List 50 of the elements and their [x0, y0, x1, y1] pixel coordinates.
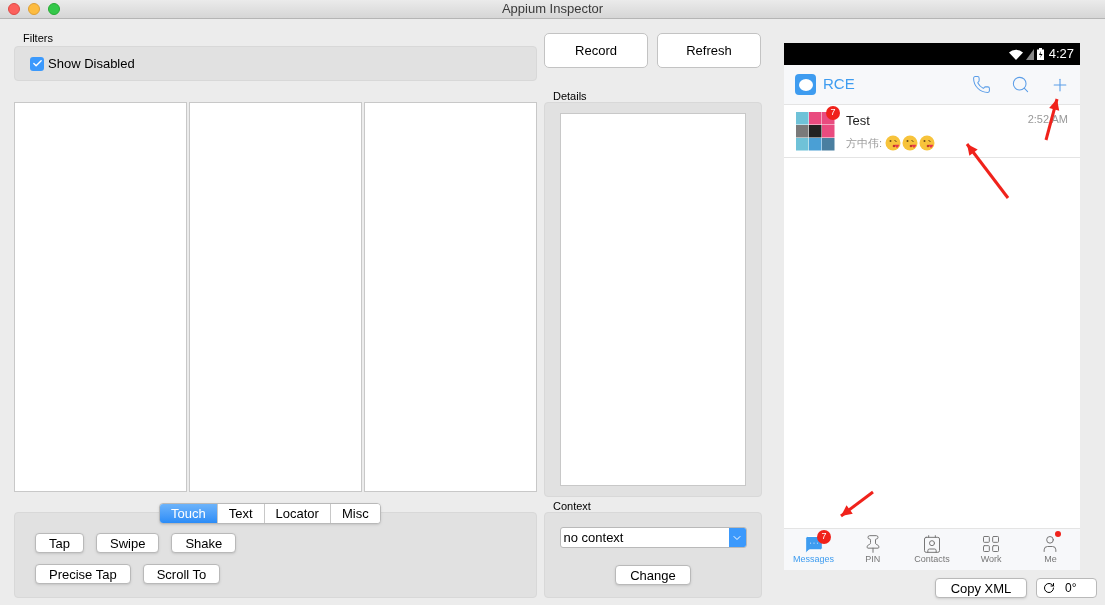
unread-badge: 7	[826, 105, 840, 120]
clock: 4:27	[1048, 45, 1074, 64]
section-label: Filters	[22, 31, 54, 45]
emoji-icon	[919, 134, 936, 151]
search-icon[interactable]	[1011, 74, 1030, 94]
nav-tab[interactable]: PIN	[843, 529, 903, 570]
toolbar-button[interactable]: Refresh	[657, 33, 761, 68]
message-preview: 方中伟:	[846, 135, 883, 151]
segment-tab[interactable]: Locator	[263, 504, 330, 523]
action-button[interactable]: Copy XML	[935, 578, 1027, 598]
checkbox[interactable]	[30, 56, 44, 71]
annotation-arrow	[840, 490, 874, 518]
toolbar-button[interactable]: Record	[544, 33, 648, 68]
dropdown-icon	[728, 528, 746, 547]
app-name: RCE	[823, 74, 856, 95]
rotation-control[interactable]: 0°	[1036, 578, 1097, 598]
nav-tab[interactable]: Work	[961, 529, 1021, 570]
checkbox-label: Show Disabled	[48, 54, 135, 73]
signal-icon	[1025, 48, 1034, 60]
action-button[interactable]: Shake	[171, 533, 237, 553]
nav-tab[interactable]: Me	[1020, 529, 1080, 570]
minimize-button[interactable]	[28, 3, 40, 15]
annotation-arrow	[965, 143, 1010, 199]
action-button[interactable]: Precise Tap	[35, 564, 131, 584]
action-button[interactable]: Tap	[35, 533, 84, 553]
action-button[interactable]: Change	[615, 565, 691, 585]
section-label: Context	[552, 499, 592, 512]
context-select[interactable]: no context	[559, 527, 747, 548]
phone-icon[interactable]	[972, 74, 991, 94]
app-logo-icon	[795, 74, 816, 95]
nav-tab[interactable]: Contacts	[902, 529, 962, 570]
battery-icon	[1036, 48, 1044, 60]
section-label: Details	[552, 89, 588, 102]
action-button[interactable]: Swipe	[95, 533, 160, 553]
rotate-icon	[1043, 582, 1055, 594]
segment-tab[interactable]: Text	[216, 504, 264, 523]
zoom-button[interactable]	[48, 3, 60, 15]
window-title: Appium Inspector	[500, 0, 605, 19]
wifi-icon	[1008, 48, 1023, 60]
contact-card-icon	[922, 534, 942, 554]
conversation-title: Test	[846, 112, 870, 130]
nav-tab[interactable]: Messages 7	[784, 529, 844, 570]
emoji-icon	[885, 134, 902, 151]
unread-badge: 7	[817, 530, 831, 544]
close-button[interactable]	[8, 3, 20, 15]
grid-icon	[981, 534, 1002, 554]
chat-bubble-icon	[803, 534, 824, 554]
action-button[interactable]: Scroll To	[142, 564, 221, 584]
segment-tab[interactable]: Misc	[329, 504, 380, 523]
emoji-icon	[902, 134, 919, 151]
